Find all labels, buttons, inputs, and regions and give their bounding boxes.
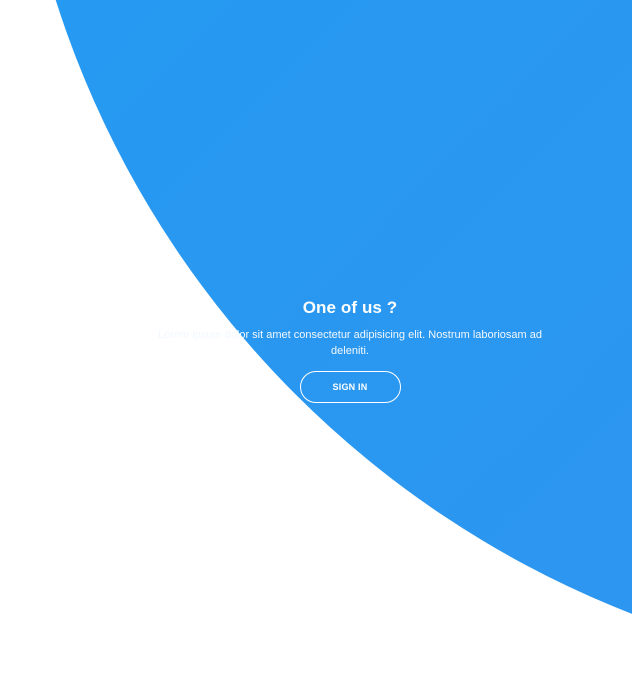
sign-in-panel: One of us ? Lorem ipsum dolor sit amet c… [140, 296, 560, 403]
page: One of us ? Lorem ipsum dolor sit amet c… [0, 0, 632, 681]
panel-description: Lorem ipsum dolor sit amet consectetur a… [158, 329, 542, 357]
sign-in-button[interactable]: SIGN IN [299, 371, 401, 403]
panel-title: One of us ? [302, 298, 398, 317]
